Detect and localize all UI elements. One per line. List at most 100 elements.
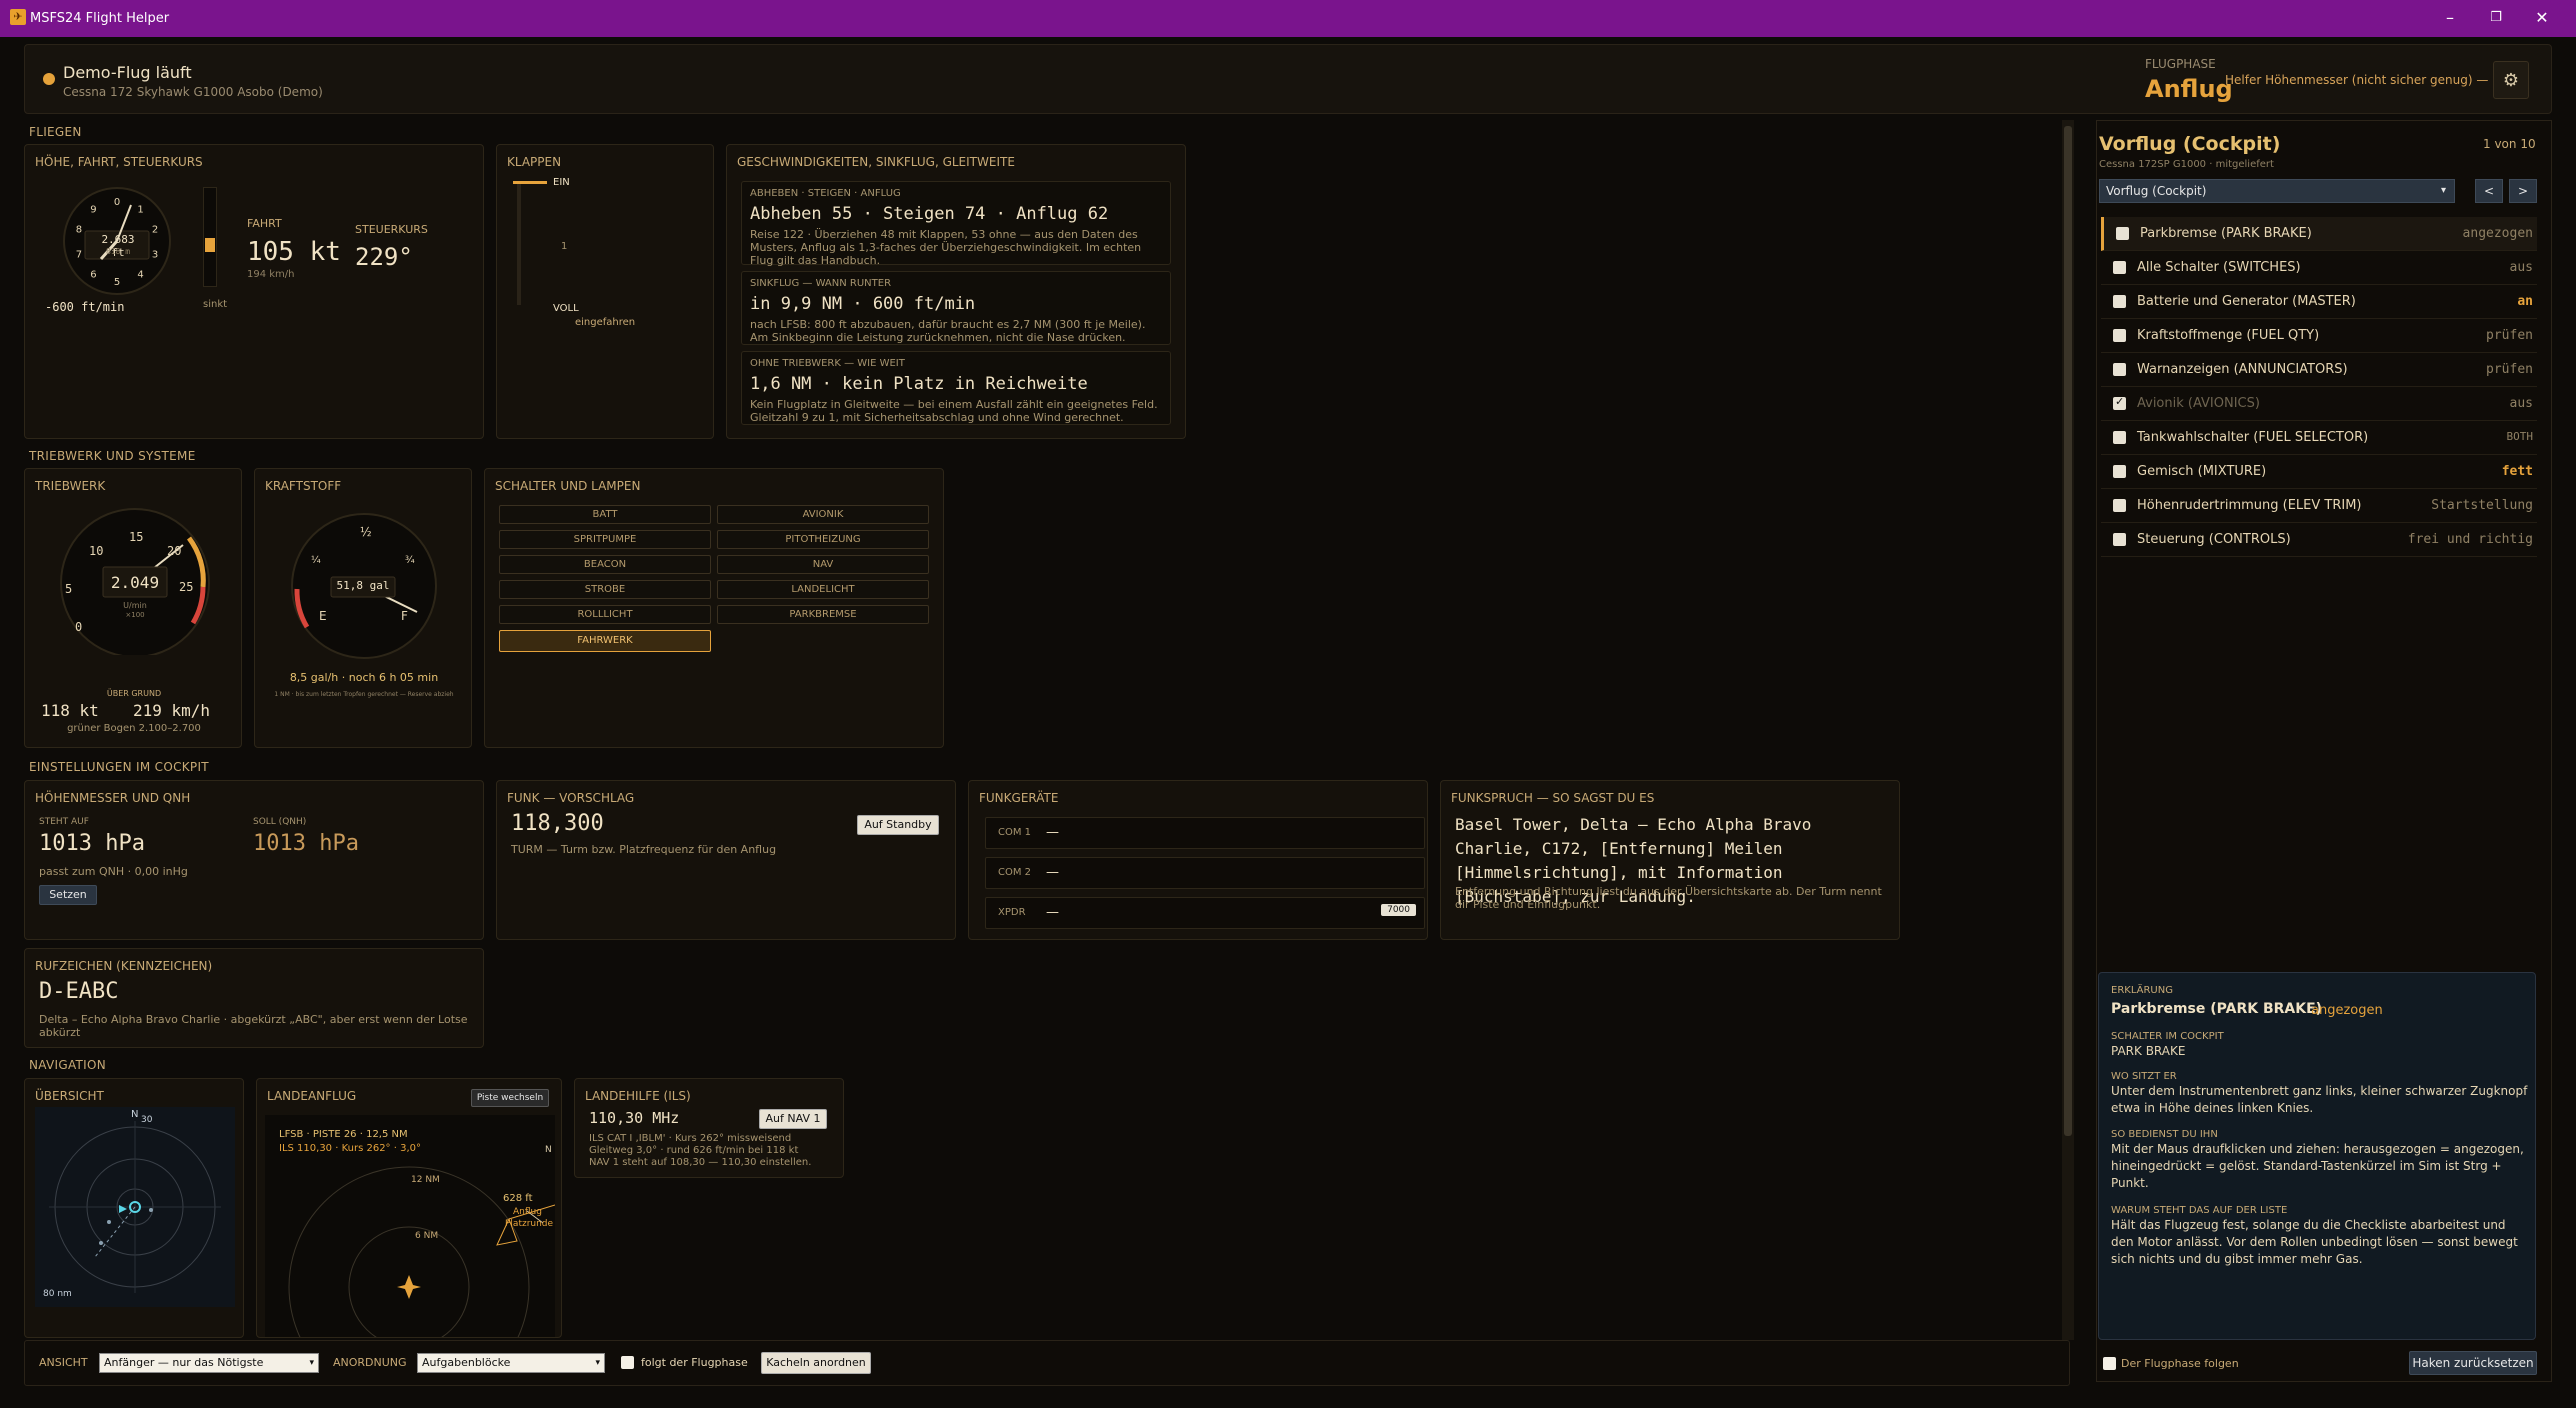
chevron-down-icon: ▾ <box>595 1358 600 1368</box>
checklist-item[interactable]: Gemisch (MIXTURE) fett <box>2101 455 2537 489</box>
item-name: Höhenrudertrimmung (ELEV TRIM) <box>2137 498 2362 513</box>
follow-phase-checkbox[interactable] <box>621 1356 634 1369</box>
funk-frequency: 118,300 <box>511 811 604 836</box>
nav1-button[interactable]: Auf NAV 1 <box>759 1109 827 1129</box>
follow-phase-checklist-label: Der Flugphase folgen <box>2121 1357 2239 1370</box>
radio-com1[interactable]: COM 1 — <box>985 817 1425 849</box>
switch-rolllicht[interactable]: ROLLLICHT <box>499 605 711 624</box>
checklist-item[interactable]: Höhenrudertrimmung (ELEV TRIM) Startstel… <box>2101 489 2537 523</box>
altimeter-tick: 6 <box>90 269 96 280</box>
item-checkbox[interactable] <box>2113 261 2126 274</box>
engine-title: TRIEBWERK <box>35 479 106 493</box>
follow-phase-checklist-checkbox[interactable] <box>2103 1357 2116 1370</box>
ils-panel: LANDEHILFE (ILS) 110,30 MHz Auf NAV 1 IL… <box>574 1078 844 1178</box>
window-title: MSFS24 Flight Helper <box>30 11 170 26</box>
switch-batt[interactable]: BATT <box>499 505 711 524</box>
speed-label: FAHRT <box>247 217 282 230</box>
switches-panel: SCHALTER UND LAMPEN BATT AVIONIK SPRITPU… <box>484 468 944 748</box>
view-select[interactable]: Anfänger — nur das Nötigste ▾ <box>99 1353 319 1373</box>
explanation-s2-text: Unter dem Instrumentenbrett ganz links, … <box>2111 1084 2528 1115</box>
next-checklist-button[interactable]: > <box>2509 179 2537 203</box>
item-name: Kraftstoffmenge (FUEL QTY) <box>2137 328 2320 343</box>
explanation-s3-label: SO BEDIENST DU IHN <box>2111 1129 2218 1140</box>
checklist-item[interactable]: Parkbremse (PARK BRAKE) angezogen <box>2101 217 2537 251</box>
squawk-badge[interactable]: 7000 <box>1381 904 1416 916</box>
landing-panel: LANDEANFLUG Piste wechseln LFSB · PISTE … <box>256 1078 562 1338</box>
chevron-down-icon: ▾ <box>309 1358 314 1368</box>
vs-indicator <box>205 238 215 252</box>
callsign-desc: Delta – Echo Alpha Bravo Charlie · abgek… <box>39 1013 468 1039</box>
checklist-item[interactable]: Tankwahlschalter (FUEL SELECTOR) BOTH <box>2101 421 2537 455</box>
chevron-down-icon: ▾ <box>2440 185 2446 196</box>
fuel-e: E <box>319 609 327 623</box>
speeds-card-descent: SINKFLUG — WANN RUNTER in 9,9 NM · 600 f… <box>741 271 1171 345</box>
main-scrollbar[interactable] <box>2062 120 2074 1340</box>
switch-nav[interactable]: NAV <box>717 555 929 574</box>
switch-pitotheizung[interactable]: PITOTHEIZUNG <box>717 530 929 549</box>
item-checkbox-checked[interactable]: ✓ <box>2113 395 2126 410</box>
checklist-item[interactable]: Steuerung (CONTROLS) frei und richtig <box>2101 523 2537 557</box>
layout-label: ANORDNUNG <box>333 1356 407 1369</box>
explanation-s2-label: WO SITZT ER <box>2111 1071 2177 1082</box>
view-label: ANSICHT <box>39 1356 88 1369</box>
switch-parkbremse[interactable]: PARKBREMSE <box>717 605 929 624</box>
card-value: Abheben 55 · Steigen 74 · Anflug 62 <box>750 204 1109 224</box>
switch-fahrwerk[interactable]: FAHRWERK <box>499 630 711 652</box>
app-icon: ✈ <box>10 9 26 25</box>
layout-select[interactable]: Aufgabenblöcke ▾ <box>417 1353 605 1373</box>
overview-map[interactable] <box>35 1107 235 1307</box>
prev-checklist-button[interactable]: < <box>2475 179 2503 203</box>
item-value: prüfen <box>2486 328 2533 343</box>
item-checkbox[interactable] <box>2113 295 2126 308</box>
switch-landelicht[interactable]: LANDELICHT <box>717 580 929 599</box>
settings-button[interactable]: ⚙ <box>2493 61 2529 99</box>
set-qnh-button[interactable]: Setzen <box>39 885 97 905</box>
callsign-panel: RUFZEICHEN (KENNZEICHEN) D-EABC Delta – … <box>24 948 484 1048</box>
phase-label: FLUGPHASE <box>2145 57 2216 71</box>
checklist-item[interactable]: Alle Schalter (SWITCHES) aus <box>2101 251 2537 285</box>
close-icon[interactable]: ✕ <box>2522 6 2562 30</box>
overview-scale: 80 nm <box>43 1289 72 1299</box>
window-titlebar: ✈ MSFS24 Flight Helper – ❐ ✕ <box>0 0 2576 37</box>
section-einstellungen: EINSTELLUNGEN IM COCKPIT <box>29 760 209 774</box>
minimize-icon[interactable]: – <box>2430 6 2470 30</box>
item-checkbox[interactable] <box>2113 499 2126 512</box>
item-value: fett <box>2501 464 2533 479</box>
item-checkbox[interactable] <box>2113 431 2126 444</box>
switch-strobe[interactable]: STROBE <box>499 580 711 599</box>
switch-spritpumpe[interactable]: SPRITPUMPE <box>499 530 711 549</box>
ring-6nm: 6 NM <box>415 1231 439 1241</box>
checklist-item[interactable]: Batterie und Generator (MASTER) an <box>2101 285 2537 319</box>
altimeter-tick: 5 <box>114 277 120 288</box>
standby-button[interactable]: Auf Standby <box>857 815 939 835</box>
checklist-item[interactable]: Kraftstoffmenge (FUEL QTY) prüfen <box>2101 319 2537 353</box>
section-navigation: NAVIGATION <box>29 1058 107 1072</box>
item-checkbox[interactable] <box>2116 227 2129 240</box>
item-checkbox[interactable] <box>2113 533 2126 546</box>
scrollbar-thumb[interactable] <box>2064 126 2072 1136</box>
ils-line3: NAV 1 steht auf 108,30 — 110,30 einstell… <box>589 1157 812 1168</box>
follow-phase-label: folgt der Flugphase <box>641 1356 748 1369</box>
speeds-card-glide: OHNE TRIEBWERK — WIE WEIT 1,6 NM · kein … <box>741 351 1171 425</box>
checklist-select[interactable]: Vorflug (Cockpit) ▾ <box>2099 179 2455 203</box>
item-checkbox[interactable] <box>2113 465 2126 478</box>
switch-avionik[interactable]: AVIONIK <box>717 505 929 524</box>
landing-line1: LFSB · PISTE 26 · 12,5 NM <box>279 1129 408 1140</box>
switch-beacon[interactable]: BEACON <box>499 555 711 574</box>
speed-kmh: 194 km/h <box>247 269 295 280</box>
item-checkbox[interactable] <box>2113 329 2126 342</box>
radio-xpdr[interactable]: XPDR — 7000 <box>985 897 1425 929</box>
item-value: angezogen <box>2462 226 2533 241</box>
change-runway-button[interactable]: Piste wechseln <box>471 1089 549 1107</box>
restore-icon[interactable]: ❐ <box>2476 6 2516 30</box>
reset-checks-button[interactable]: Haken zurücksetzen <box>2409 1351 2537 1375</box>
checklist-item[interactable]: Warnanzeigen (ANNUNCIATORS) prüfen <box>2101 353 2537 387</box>
checklist-item[interactable]: ✓ Avionik (AVIONICS) aus <box>2101 387 2537 421</box>
item-checkbox[interactable] <box>2113 363 2126 376</box>
phraseology-panel: FUNKSPRUCH — SO SAGST DU ES Basel Tower,… <box>1440 780 1900 940</box>
arrange-tiles-button[interactable]: Kacheln anordnen <box>761 1352 871 1374</box>
item-name: Avionik (AVIONICS) <box>2137 396 2260 411</box>
layout-select-value: Aufgabenblöcke <box>422 1356 511 1369</box>
explanation-state: angezogen <box>2311 1003 2383 1018</box>
radio-com2[interactable]: COM 2 — <box>985 857 1425 889</box>
